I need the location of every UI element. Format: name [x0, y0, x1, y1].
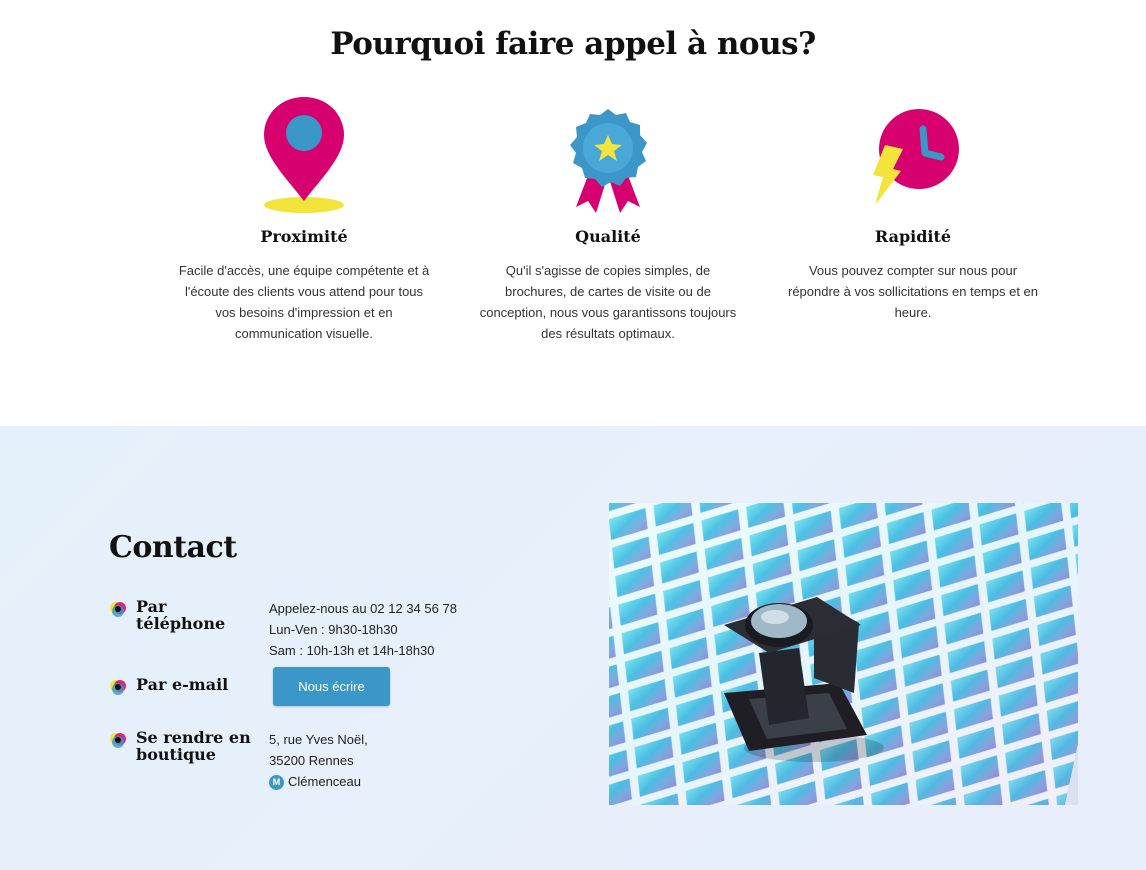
why-us-title: Pourquoi faire appel à nous?	[330, 26, 816, 62]
feature-description: Vous pouvez compter sur nous pour répond…	[787, 263, 1039, 320]
metro-icon: M	[269, 775, 284, 791]
metro-station: Clémenceau	[288, 774, 361, 789]
feature-title: Proximité	[260, 227, 348, 246]
cmyk-dot-icon	[110, 680, 126, 695]
cmyk-dot-icon	[110, 733, 126, 748]
fast-clock-icon	[778, 95, 1048, 217]
location-pin-icon	[169, 95, 439, 217]
contact-email-label: Par e-mail	[136, 675, 229, 694]
contact-shop-address: 5, rue Yves Noël, 35200 Rennes M Clémence…	[269, 732, 368, 791]
contact-phone-details: Appelez-nous au 02 12 34 56 78 Lun-Ven :…	[269, 601, 457, 658]
feature-description: Qu'il s'agisse de copies simples, de bro…	[479, 263, 737, 341]
color-chart-loupe-image	[609, 503, 1078, 805]
write-us-button[interactable]: Nous écrire	[273, 667, 390, 706]
feature-speed: Rapidité Vous pouvez compter sur nous po…	[778, 95, 1048, 323]
contact-shop-label: Se rendre en boutique	[136, 728, 251, 764]
contact-phone-label: Par téléphone	[136, 597, 226, 633]
feature-title: Rapidité	[874, 227, 952, 246]
contact-title: Contact	[109, 530, 237, 565]
feature-title: Qualité	[575, 227, 641, 246]
feature-proximity: Proximité Facile d'accès, une équipe com…	[169, 95, 439, 344]
feature-quality: Qualité Qu'il s'agisse de copies simples…	[473, 95, 743, 344]
feature-description: Facile d'accès, une équipe compétente et…	[178, 263, 430, 341]
quality-badge-icon	[473, 95, 743, 217]
contact-section: Contact Par téléphone Appelez-nous au 02…	[0, 426, 1146, 870]
cmyk-dot-icon	[110, 602, 126, 617]
why-us-section: Pourquoi faire appel à nous? Proximité F…	[0, 0, 1146, 426]
phone-number[interactable]: Appelez-nous au 02 12 34 56 78	[269, 601, 457, 616]
